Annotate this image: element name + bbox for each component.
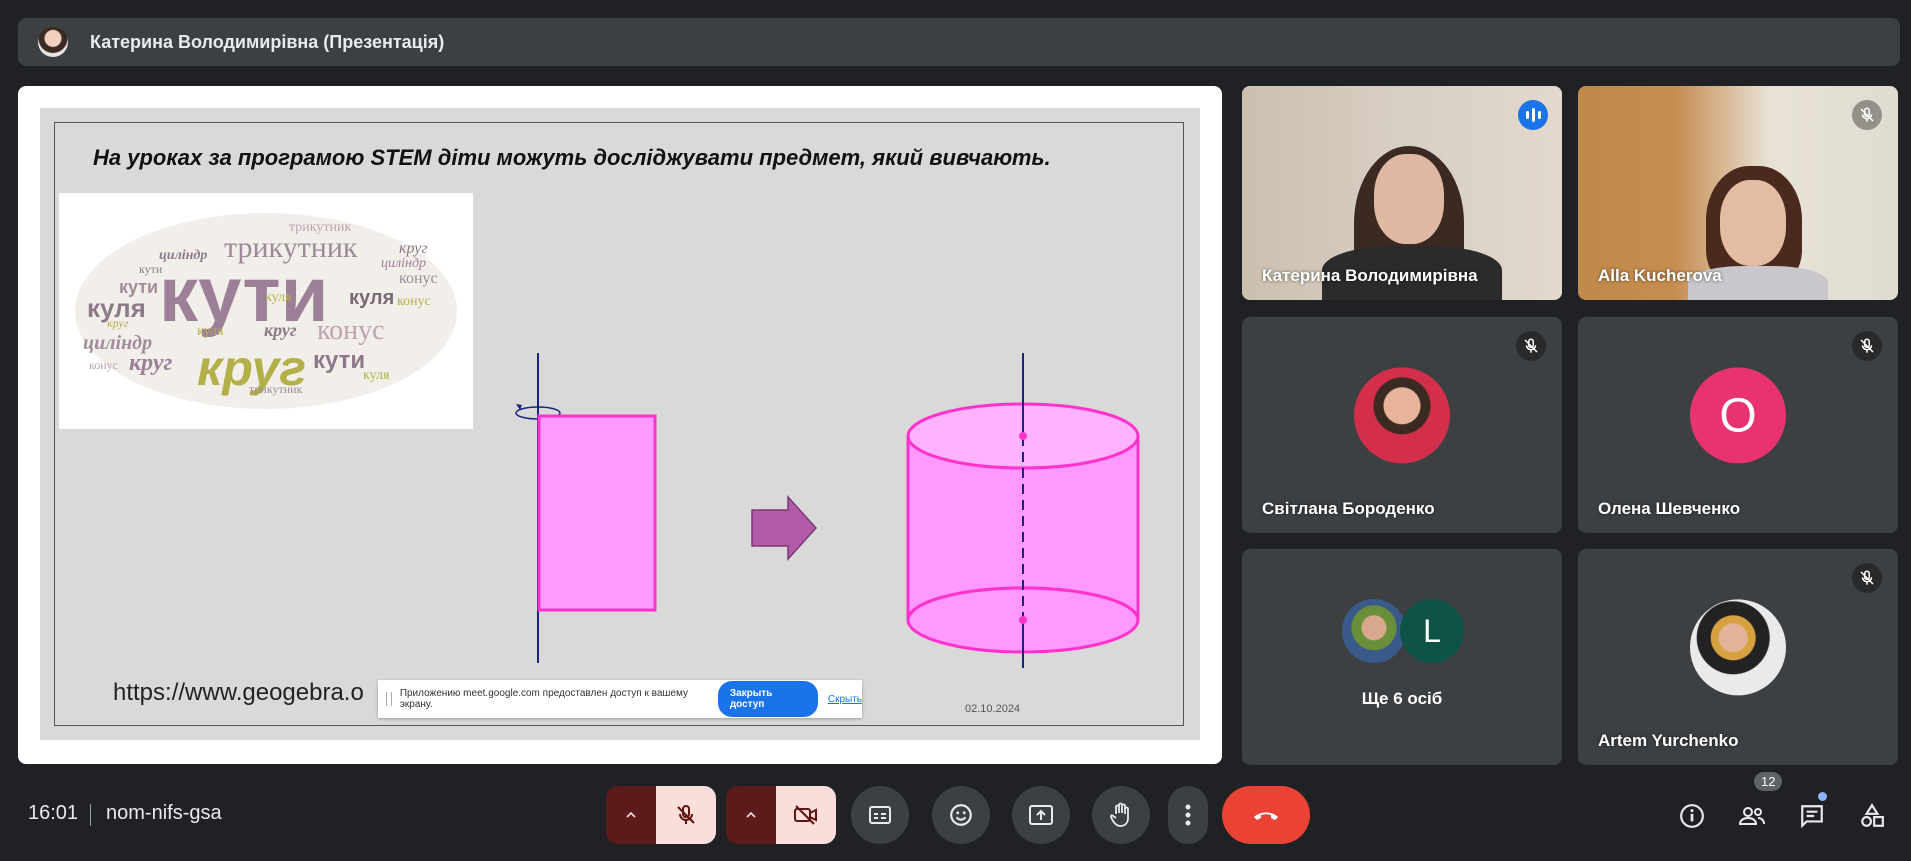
participant-name: Катерина Володимирівна [1262, 266, 1478, 285]
participant-count-badge: 12 [1754, 772, 1783, 791]
participant-tile[interactable]: Artem Yurchenko [1578, 549, 1898, 765]
chevron-up-icon [626, 811, 636, 818]
chat-notification-dot [1818, 792, 1827, 801]
presenter-title: Катерина Володимирівна (Презентація) [90, 31, 445, 52]
participant-name: Alla Kucherova [1598, 266, 1722, 285]
activities-button[interactable] [1856, 800, 1888, 832]
participant-avatar [1690, 599, 1786, 696]
mic-off-icon [1852, 100, 1882, 130]
participant-avatar: L [1400, 599, 1464, 663]
participant-tile[interactable]: Катерина Володимирівна [1242, 86, 1562, 300]
presentation-stage: На уроках за програмою STEM діти можуть … [18, 86, 1222, 764]
camera-off-icon [794, 805, 817, 825]
divider [90, 804, 91, 826]
camera-toggle-button[interactable] [776, 786, 836, 844]
pink-rectangle [537, 414, 657, 612]
hide-banner-link[interactable]: Скрыть [828, 694, 862, 705]
mic-toggle-button[interactable] [656, 786, 716, 844]
screen-share-text: Приложению meet.google.com предоставлен … [399, 688, 688, 710]
slide-url: https://www.geogebra.o [113, 679, 364, 706]
captions-button[interactable] [851, 786, 909, 844]
slide-date: 02.10.2024 [965, 703, 1021, 715]
info-icon [1680, 804, 1704, 828]
presenter-bar: Катерина Володимирівна (Презентація) [18, 18, 1900, 66]
participant-tile[interactable]: Alla Kucherova [1578, 86, 1898, 300]
reactions-button[interactable] [932, 786, 990, 844]
chat-icon [1801, 805, 1823, 829]
axis-point-top [1019, 432, 1027, 440]
captions-icon [869, 806, 891, 824]
participant-tile[interactable]: Світлана Бороденко [1242, 317, 1562, 533]
chevron-up-icon [746, 811, 756, 818]
hand-icon [1109, 802, 1129, 827]
stop-sharing-button[interactable]: Закрыть доступ [717, 681, 818, 717]
more-vert-icon [1185, 804, 1191, 826]
more-options-button[interactable] [1168, 786, 1208, 844]
video-options-button[interactable] [726, 786, 776, 844]
meeting-code: nom-nifs-gsa [106, 802, 222, 824]
slide: На уроках за програмою STEM діти можуть … [40, 108, 1200, 740]
participant-name: Світлана Бороденко [1262, 499, 1435, 518]
others-label: Ще 6 осіб [1361, 689, 1443, 708]
present-icon [1029, 805, 1053, 825]
presenter-avatar [38, 27, 68, 57]
people-icon [1738, 807, 1765, 825]
shapes-icon [1861, 803, 1884, 827]
leave-call-button[interactable] [1222, 786, 1310, 844]
screen-share-banner: Приложению meet.google.com предоставлен … [378, 680, 862, 718]
chat-button[interactable] [1796, 800, 1828, 832]
participant-name: Artem Yurchenko [1598, 731, 1739, 750]
drag-handle-icon[interactable] [386, 692, 392, 706]
mic-off-icon [1516, 331, 1546, 361]
bottom-toolbar: 16:01 nom-nifs-gsa [0, 780, 1911, 861]
raise-hand-button[interactable] [1092, 786, 1150, 844]
emoji-icon [950, 804, 972, 826]
participant-tile[interactable]: O Олена Шевченко [1578, 317, 1898, 533]
mic-off-icon [1852, 563, 1882, 593]
meeting-details-button[interactable] [1676, 800, 1708, 832]
participant-avatar: O [1690, 367, 1786, 464]
participant-avatar [1342, 599, 1406, 663]
rectangle-rotation-diagram [515, 353, 1140, 668]
participant-avatar [1354, 367, 1450, 464]
mic-off-icon [1852, 331, 1882, 361]
people-button[interactable] [1736, 800, 1768, 832]
speaking-indicator-icon [1518, 100, 1548, 130]
hang-up-icon [1254, 812, 1278, 820]
mic-off-icon [677, 804, 695, 824]
slide-frame: На уроках за програмою STEM діти можуть … [54, 122, 1184, 726]
present-screen-button[interactable] [1012, 786, 1070, 844]
clock: 16:01 [28, 802, 79, 824]
arrow-right [751, 495, 818, 561]
axis-point-bottom [1019, 616, 1027, 624]
audio-options-button[interactable] [606, 786, 656, 844]
others-tile[interactable]: L Ще 6 осіб [1242, 549, 1562, 765]
participant-name: Олена Шевченко [1598, 499, 1741, 518]
